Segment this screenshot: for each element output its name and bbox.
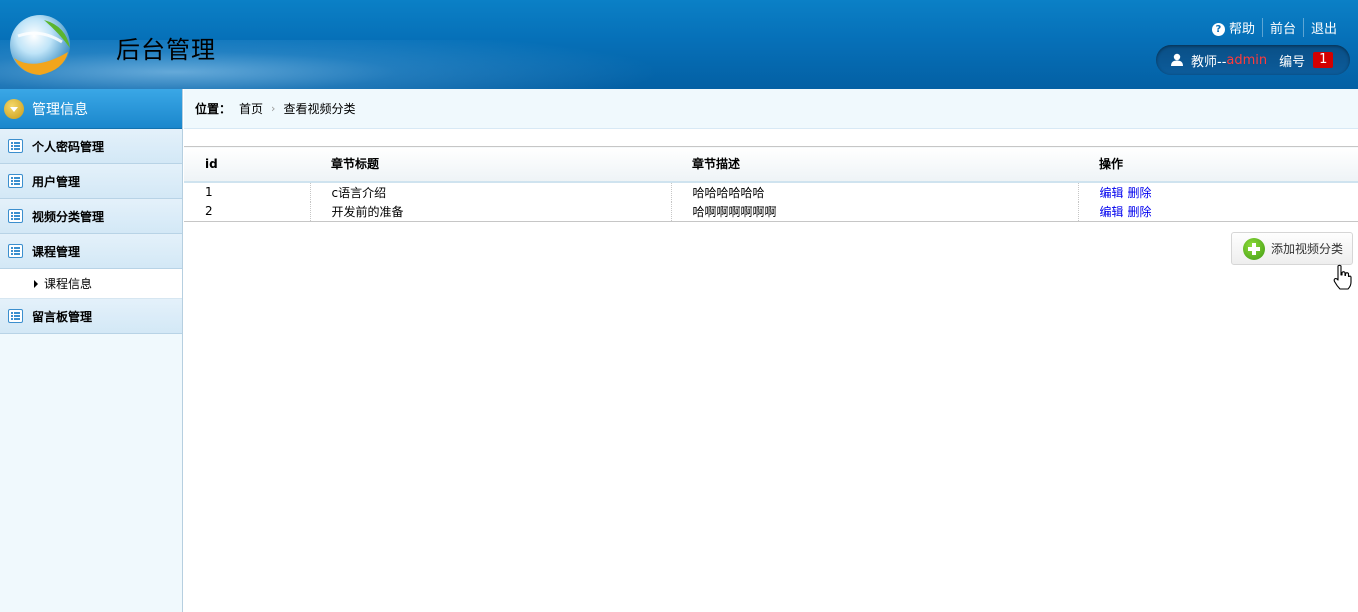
cell-title: c语言介绍 xyxy=(309,181,671,202)
site-title: 后台管理 xyxy=(116,36,216,64)
cell-actions: 编辑 删除 xyxy=(1077,181,1358,202)
sidebar-item-label: 视频分类管理 xyxy=(32,209,105,224)
header-swoosh-decoration xyxy=(0,40,700,89)
list-icon xyxy=(8,209,23,223)
hand-pointer-icon xyxy=(1333,264,1352,290)
question-icon: ? xyxy=(1211,23,1225,36)
add-button-label: 添加视频分类 xyxy=(1271,242,1344,256)
user-role: 教师-- xyxy=(1191,54,1227,70)
sidebar-item-video-category[interactable]: 视频分类管理 xyxy=(0,199,182,234)
breadcrumb-home-link[interactable]: 首页 xyxy=(239,100,263,117)
sidebar: 管理信息 个人密码管理 用户管理 视频分类管理 课程管理 课程信息 留言板管理 xyxy=(0,89,183,612)
globe-logo-icon xyxy=(10,15,70,75)
sidebar-item-message-board[interactable]: 留言板管理 xyxy=(0,299,182,334)
cell-id: 1 xyxy=(205,185,213,199)
list-icon xyxy=(8,309,23,323)
user-info-bar: 教师-- admin 编号 1 xyxy=(1156,45,1350,75)
video-category-table: id 章节标题 章节描述 操作 1 c语言介绍 哈哈哈哈哈哈 编辑 删除 2 开发… xyxy=(184,146,1358,222)
top-links: ? 帮助 前台 退出 xyxy=(1205,18,1344,37)
caret-right-icon xyxy=(34,279,38,288)
sidebar-subitem-label: 课程信息 xyxy=(44,277,93,291)
plus-icon xyxy=(1243,237,1265,260)
delete-link[interactable]: 删除 xyxy=(1128,205,1152,219)
sidebar-item-users[interactable]: 用户管理 xyxy=(0,164,182,199)
cell-title: 开发前的准备 xyxy=(309,201,671,222)
column-header-title: 章节标题 xyxy=(310,146,671,183)
breadcrumb: 位置： 首页 › 查看视频分类 xyxy=(184,89,1358,129)
user-id-badge: 1 xyxy=(1313,52,1334,68)
sidebar-item-label: 个人密码管理 xyxy=(32,139,105,154)
table-row: 2 开发前的准备 哈啊啊啊啊啊啊 编辑 删除 xyxy=(184,201,1358,222)
delete-link[interactable]: 删除 xyxy=(1128,186,1152,200)
list-icon xyxy=(8,174,23,188)
cell-description: 哈哈哈哈哈哈 xyxy=(670,181,1078,202)
top-header: 后台管理 ? 帮助 前台 退出 教师-- admin 编号 1 xyxy=(0,0,1358,89)
sidebar-item-password[interactable]: 个人密码管理 xyxy=(0,129,182,164)
user-name: admin xyxy=(1226,52,1268,68)
cell-description: 哈啊啊啊啊啊啊 xyxy=(670,201,1078,222)
breadcrumb-prefix: 位置： xyxy=(195,102,232,116)
logout-link[interactable]: 退出 xyxy=(1302,18,1344,37)
cell-id: 2 xyxy=(184,201,310,222)
breadcrumb-separator-icon: › xyxy=(271,102,276,115)
help-link-label: 帮助 xyxy=(1228,22,1255,37)
add-video-category-button[interactable]: 添加视频分类 xyxy=(1231,232,1353,265)
cell-actions: 编辑 删除 xyxy=(1077,201,1358,222)
sidebar-item-course[interactable]: 课程管理 xyxy=(0,234,182,269)
list-icon xyxy=(8,139,23,153)
frontend-link[interactable]: 前台 xyxy=(1261,18,1303,37)
user-icon xyxy=(1171,53,1183,66)
help-link[interactable]: ? 帮助 xyxy=(1205,18,1262,37)
column-header-actions: 操作 xyxy=(1078,146,1358,183)
sidebar-subitem-course-info[interactable]: 课程信息 xyxy=(0,269,182,299)
sidebar-header[interactable]: 管理信息 xyxy=(0,89,182,129)
list-icon xyxy=(8,244,23,258)
edit-link[interactable]: 编辑 xyxy=(1100,205,1124,219)
table-row: 1 c语言介绍 哈哈哈哈哈哈 编辑 删除 xyxy=(184,181,1358,202)
sidebar-item-label: 用户管理 xyxy=(32,174,81,189)
breadcrumb-current: 查看视频分类 xyxy=(283,102,356,116)
sidebar-header-label: 管理信息 xyxy=(32,101,88,118)
sidebar-item-label: 课程管理 xyxy=(32,244,81,259)
table-header-row: id 章节标题 章节描述 操作 xyxy=(184,146,1358,183)
user-id-label: 编号 xyxy=(1279,54,1306,70)
column-header-id: id xyxy=(184,146,310,183)
edit-link[interactable]: 编辑 xyxy=(1100,186,1124,200)
column-header-description: 章节描述 xyxy=(671,146,1078,183)
chevron-down-icon xyxy=(4,98,24,119)
sidebar-item-label: 留言板管理 xyxy=(32,309,93,324)
